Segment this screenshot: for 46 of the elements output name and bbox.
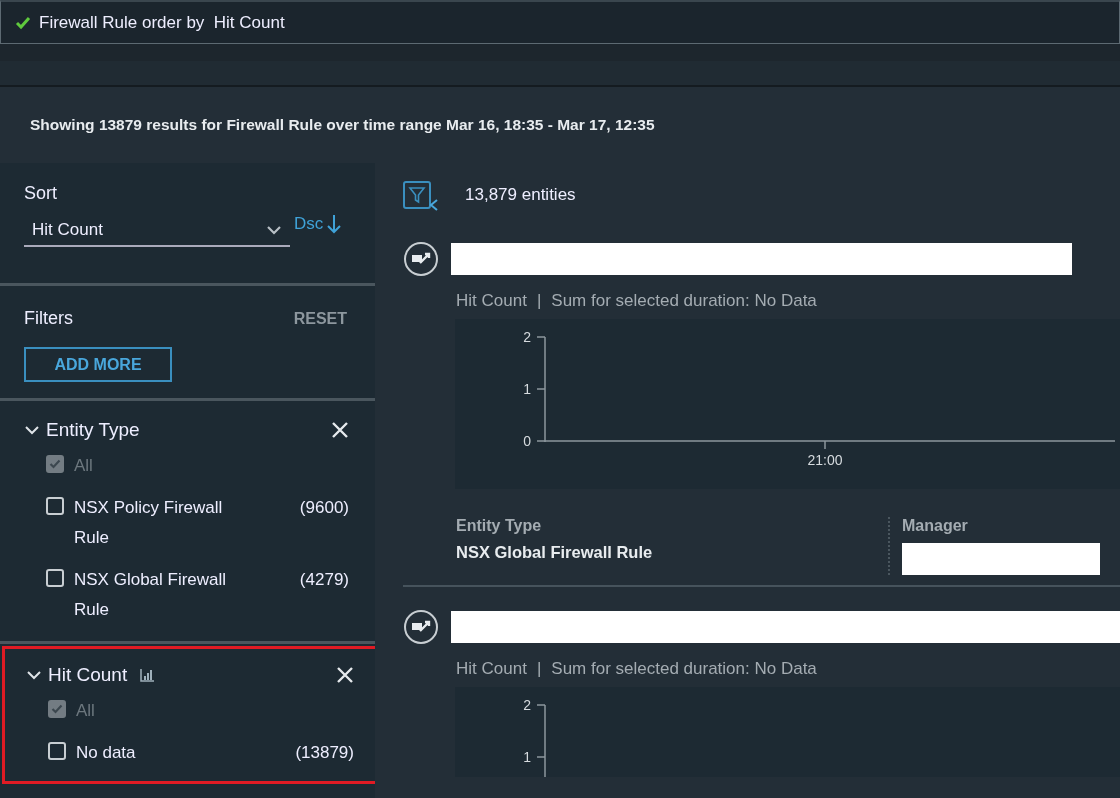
metric-summary: Sum for selected duration: No Data xyxy=(551,291,817,311)
checkbox[interactable] xyxy=(46,497,64,515)
results-summary: Showing 13879 results for Firewall Rule over time range Mar 16, 18:35 - Mar 17, 12:35 xyxy=(30,116,655,134)
sort-dropdown[interactable]: Hit Count xyxy=(24,218,290,247)
close-icon[interactable] xyxy=(331,421,349,439)
option-label: All xyxy=(74,455,94,477)
metric-name: Hit Count xyxy=(456,659,527,679)
chevron-down-icon xyxy=(266,225,282,235)
option-label: No data xyxy=(76,742,137,764)
metric-name: Hit Count xyxy=(456,291,527,311)
banner-text: Firewall Rule order by Hit Count xyxy=(39,12,285,33)
filter-group-title: Entity Type xyxy=(46,419,140,441)
option-label: NSX Policy Firewall Rule xyxy=(74,497,224,549)
reset-button[interactable]: RESET xyxy=(293,309,347,328)
metric-summary: Sum for selected duration: No Data xyxy=(551,659,817,679)
option-label: NSX Global Firewall Rule xyxy=(74,569,228,621)
check-icon xyxy=(51,703,63,715)
arrow-down-icon xyxy=(327,214,342,234)
sort-heading: Sort xyxy=(24,183,58,204)
axis-tick-label: 21:00 xyxy=(807,452,843,468)
separator: | xyxy=(536,291,542,311)
option-count: (4279) xyxy=(299,569,349,591)
axis-tick-label: 1 xyxy=(523,749,531,765)
property-label: Entity Type xyxy=(456,517,543,535)
separator: | xyxy=(536,659,542,679)
bar-chart-icon xyxy=(139,667,156,683)
property-value: NSX Global Firewall Rule xyxy=(456,543,654,562)
axis-tick-label: 1 xyxy=(523,381,531,397)
filters-heading: Filters xyxy=(24,308,73,329)
option-label: All xyxy=(76,700,96,722)
add-more-button[interactable]: ADD MORE xyxy=(24,347,172,382)
axis-tick-label: 2 xyxy=(523,697,531,713)
close-icon[interactable] xyxy=(336,666,354,684)
axis-tick-label: 0 xyxy=(523,433,531,449)
filter-group-title: Hit Count xyxy=(48,664,128,686)
entity-count: 13,879 entities xyxy=(465,185,576,205)
check-icon xyxy=(15,14,31,31)
filter-toggle-icon[interactable] xyxy=(403,179,439,211)
option-count: (13879) xyxy=(295,742,354,764)
option-count: (9600) xyxy=(299,497,349,519)
sort-direction-link[interactable]: Dsc xyxy=(294,214,342,234)
property-label: Manager xyxy=(902,517,969,535)
checkbox[interactable] xyxy=(46,569,64,587)
check-icon xyxy=(49,458,61,470)
axis-tick-label: 2 xyxy=(523,329,531,345)
checkbox[interactable] xyxy=(48,742,66,760)
